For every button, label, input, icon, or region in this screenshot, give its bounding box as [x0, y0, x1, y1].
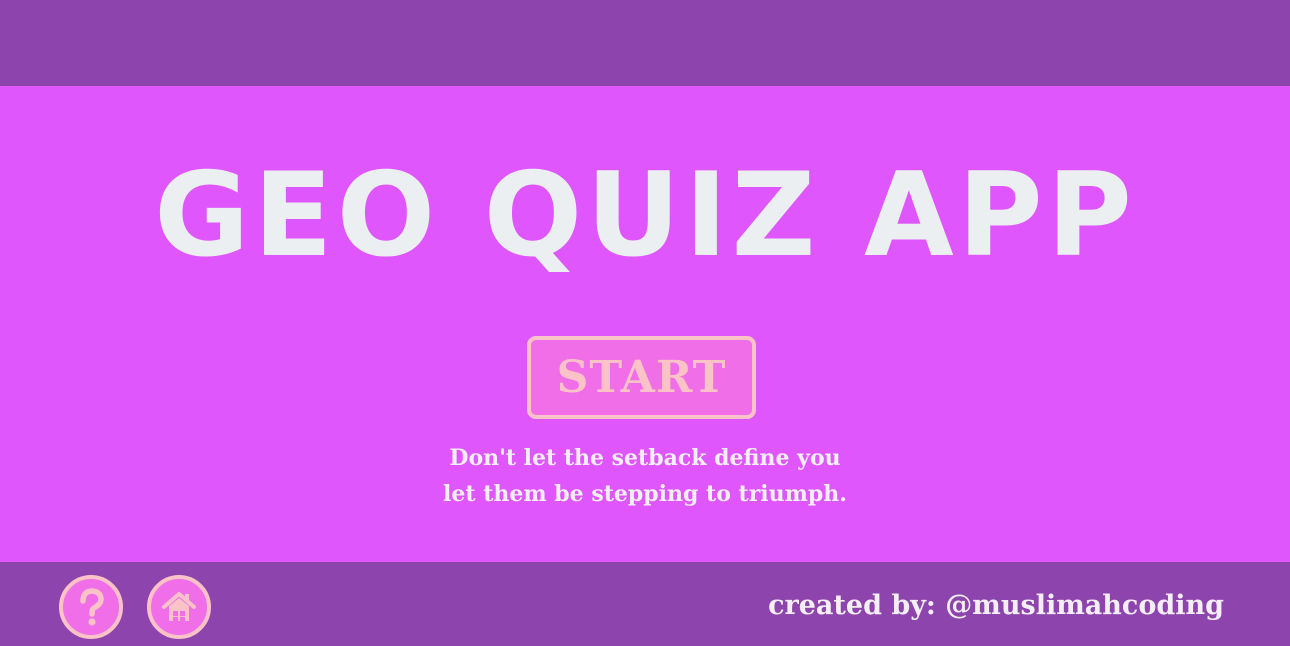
home-button[interactable]	[147, 575, 211, 639]
motivational-quote: Don't let the setback define you let the…	[0, 440, 1290, 512]
home-icon	[162, 592, 196, 621]
creator-credit: created by: @muslimahcoding	[768, 590, 1224, 621]
footer-bar: created by: @muslimahcoding	[0, 562, 1290, 646]
start-button[interactable]: START	[527, 336, 756, 419]
app-title: GEO QUIZ APP	[154, 148, 1136, 283]
help-button[interactable]	[59, 575, 123, 639]
top-bar	[0, 0, 1290, 86]
quote-line-2: let them be stepping to triumph.	[443, 481, 847, 507]
question-circle-icon	[80, 588, 104, 626]
quote-line-1: Don't let the setback define you	[449, 445, 841, 471]
main-panel: GEO QUIZ APP START Don't let the setback…	[0, 86, 1290, 562]
